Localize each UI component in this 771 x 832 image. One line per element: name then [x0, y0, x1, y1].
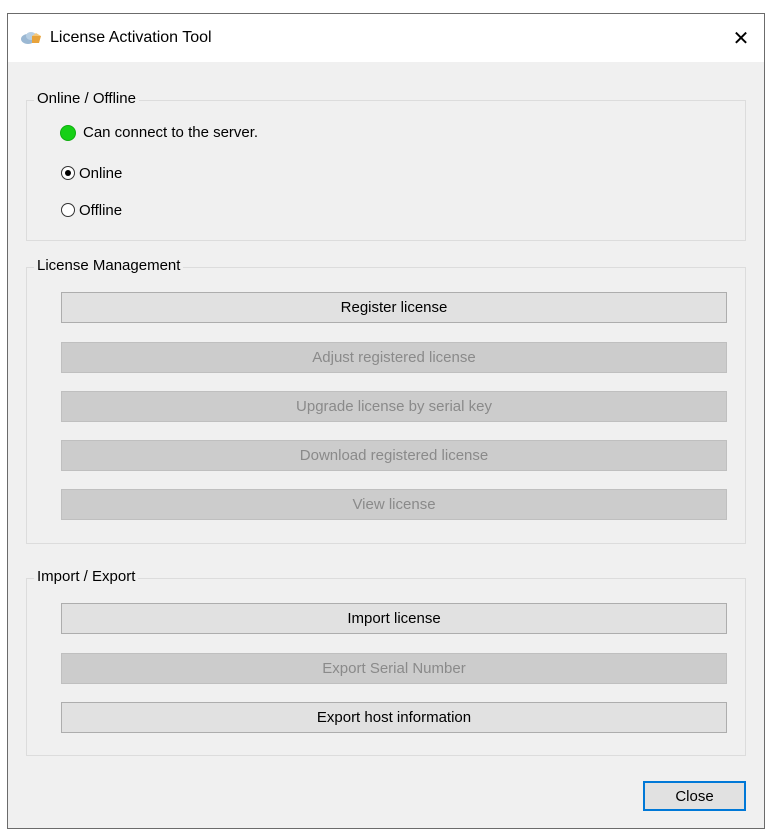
offline-radio-indicator[interactable] — [61, 203, 75, 217]
online-offline-legend: Online / Offline — [34, 90, 139, 107]
license-activation-window: License Activation Tool ✕ Online / Offli… — [7, 13, 765, 829]
online-radio-label: Online — [79, 164, 123, 182]
app-cloud-icon — [20, 30, 42, 46]
export-serial-button[interactable]: Export Serial Number — [61, 653, 727, 684]
online-radio-indicator[interactable] — [61, 166, 75, 180]
offline-radio[interactable]: Offline — [61, 201, 122, 219]
import-export-group: Import / Export Import license Export Se… — [26, 568, 746, 756]
license-management-group: License Management Register license Adju… — [26, 257, 746, 544]
register-license-button[interactable]: Register license — [61, 292, 727, 323]
import-export-legend: Import / Export — [34, 568, 139, 585]
license-management-legend: License Management — [34, 257, 184, 274]
view-license-button[interactable]: View license — [61, 489, 727, 520]
import-license-button[interactable]: Import license — [61, 603, 727, 634]
adjust-license-button[interactable]: Adjust registered license — [61, 342, 727, 373]
offline-radio-label: Offline — [79, 201, 123, 219]
connection-status-text: Can connect to the server. — [83, 124, 259, 141]
upgrade-license-button[interactable]: Upgrade license by serial key — [61, 391, 727, 422]
download-license-button[interactable]: Download registered license — [61, 440, 727, 471]
window-title: License Activation Tool — [50, 29, 212, 46]
title-close-button[interactable]: ✕ — [718, 14, 764, 62]
close-icon: ✕ — [732, 27, 750, 50]
export-host-button[interactable]: Export host information — [61, 702, 727, 733]
connection-status-icon — [60, 125, 76, 141]
online-offline-group: Online / Offline Can connect to the serv… — [26, 90, 746, 241]
close-button[interactable]: Close — [643, 781, 746, 811]
online-radio[interactable]: Online — [61, 164, 122, 182]
title-bar: License Activation Tool ✕ — [8, 14, 764, 62]
